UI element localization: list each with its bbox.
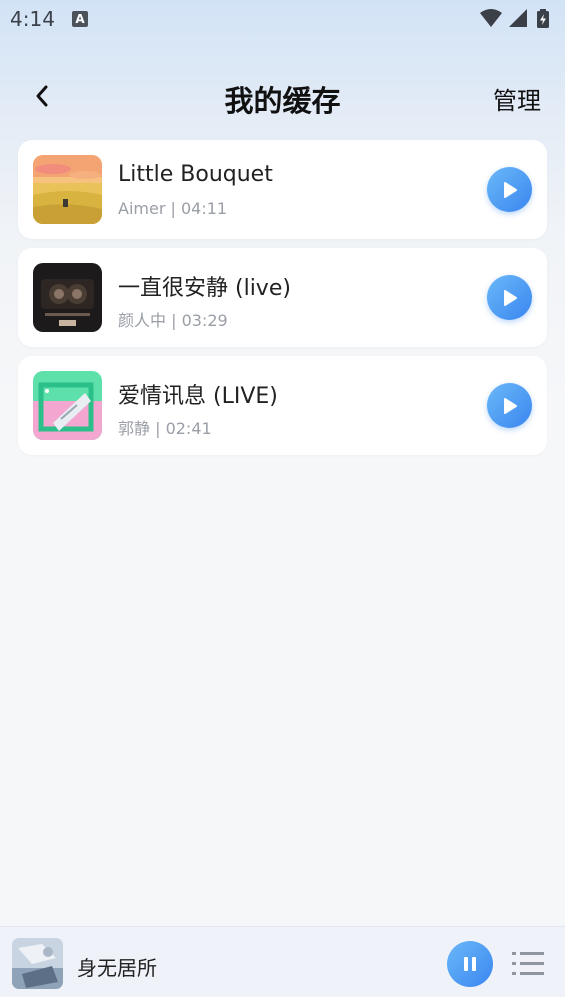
battery-charging-icon xyxy=(537,9,549,28)
play-button[interactable] xyxy=(487,383,532,428)
album-cover xyxy=(33,371,102,440)
play-icon xyxy=(503,397,517,414)
song-title: 一直很安静 (live) xyxy=(118,276,291,301)
header: 我的缓存 管理 xyxy=(0,70,565,122)
play-icon xyxy=(503,289,517,306)
manage-button[interactable]: 管理 xyxy=(493,81,541,116)
song-meta: Aimer | 04:11 xyxy=(118,199,228,218)
wifi-icon xyxy=(480,9,502,27)
playlist-button[interactable] xyxy=(512,949,546,979)
pause-icon xyxy=(464,957,476,971)
play-icon xyxy=(503,181,517,198)
song-title: 爱情讯息 (LIVE) xyxy=(118,384,278,409)
status-time: 4:14 xyxy=(10,7,55,31)
song-item[interactable]: 一直很安静 (live) 颜人中 | 03:29 xyxy=(18,248,547,347)
cached-song-list: Little Bouquet Aimer | 04:11 一直很安静 (live… xyxy=(18,140,547,464)
notification-app-icon: A xyxy=(72,11,88,27)
mini-player-title: 身无居所 xyxy=(77,956,157,980)
signal-icon xyxy=(509,9,527,27)
song-meta: 颜人中 | 03:29 xyxy=(118,311,228,330)
play-button[interactable] xyxy=(487,275,532,320)
pause-button[interactable] xyxy=(447,941,493,987)
status-icons xyxy=(479,8,555,30)
mini-player-cover xyxy=(12,938,63,989)
song-meta: 郭静 | 02:41 xyxy=(118,419,212,438)
album-cover xyxy=(33,263,102,332)
song-item[interactable]: Little Bouquet Aimer | 04:11 xyxy=(18,140,547,239)
song-item[interactable]: 爱情讯息 (LIVE) 郭静 | 02:41 xyxy=(18,356,547,455)
page-title: 我的缓存 xyxy=(224,84,341,118)
play-button[interactable] xyxy=(487,167,532,212)
playlist-icon xyxy=(512,952,544,975)
mini-player[interactable]: 身无居所 xyxy=(0,926,565,997)
status-bar: 4:14 A xyxy=(0,0,565,40)
song-title: Little Bouquet xyxy=(118,162,273,187)
album-cover xyxy=(33,155,102,224)
